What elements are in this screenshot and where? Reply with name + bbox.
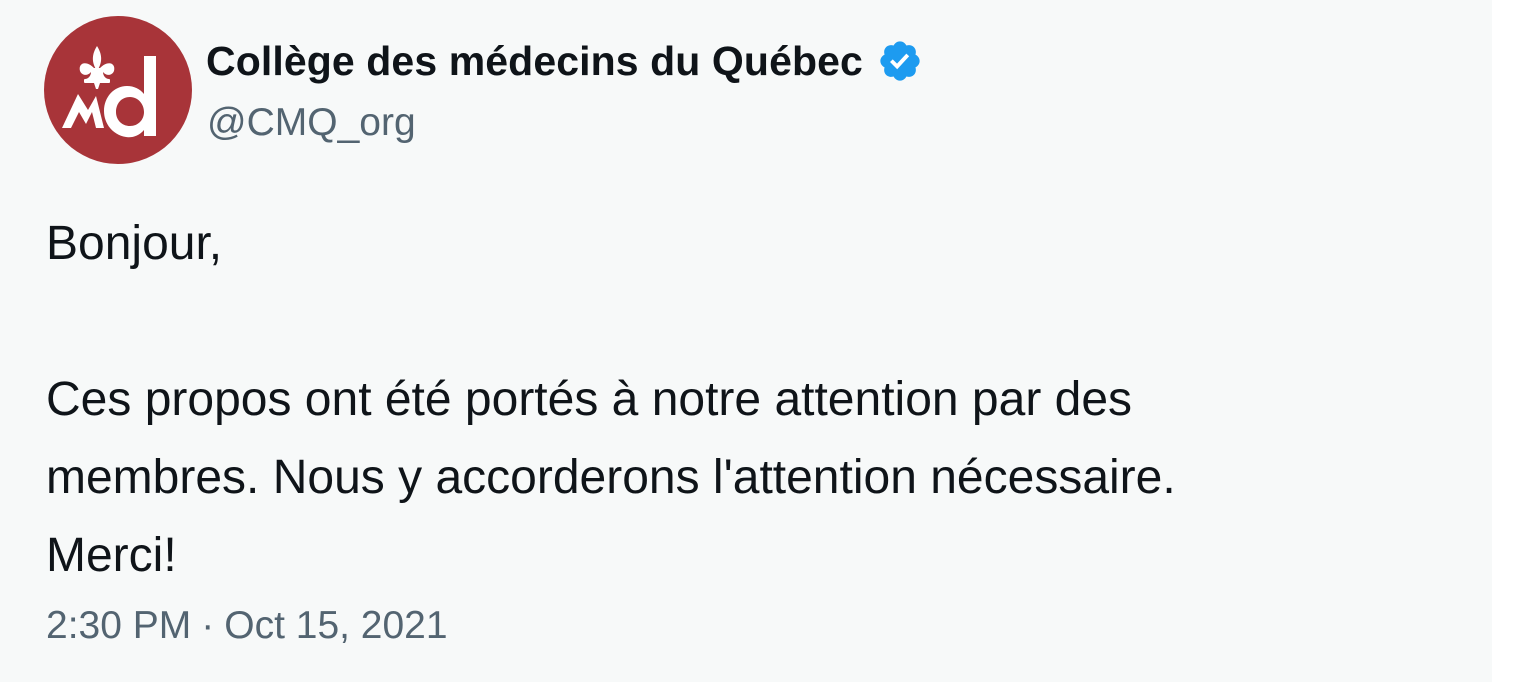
tweet-line: membres. Nous y accorderons l'attention … [46,451,1176,504]
tweet-card: Collège des médecins du Québec @CMQ_org … [0,0,1492,682]
tweet-date: Oct 15, 2021 [224,604,448,647]
author-handle[interactable]: @CMQ_org [207,101,416,145]
tweet-timestamp[interactable]: 2:30 PM · Oct 15, 2021 [46,604,448,648]
tweet-time: 2:30 PM [46,604,192,647]
avatar[interactable] [44,16,192,164]
author-name-row: Collège des médecins du Québec [206,36,923,86]
verified-badge-icon [877,38,923,84]
timestamp-separator: · [201,604,215,647]
tweet-text: Bonjour, Ces propos ont été portés à not… [46,205,1486,595]
author-display-name[interactable]: Collège des médecins du Québec [206,38,863,85]
paragraph-break [46,283,1486,361]
tweet-line: Ces propos ont été portés à notre attent… [46,373,1133,426]
tweet-greeting: Bonjour, [46,217,223,270]
tweet-line: Merci! [46,529,177,582]
cmq-logo-icon [62,46,156,138]
